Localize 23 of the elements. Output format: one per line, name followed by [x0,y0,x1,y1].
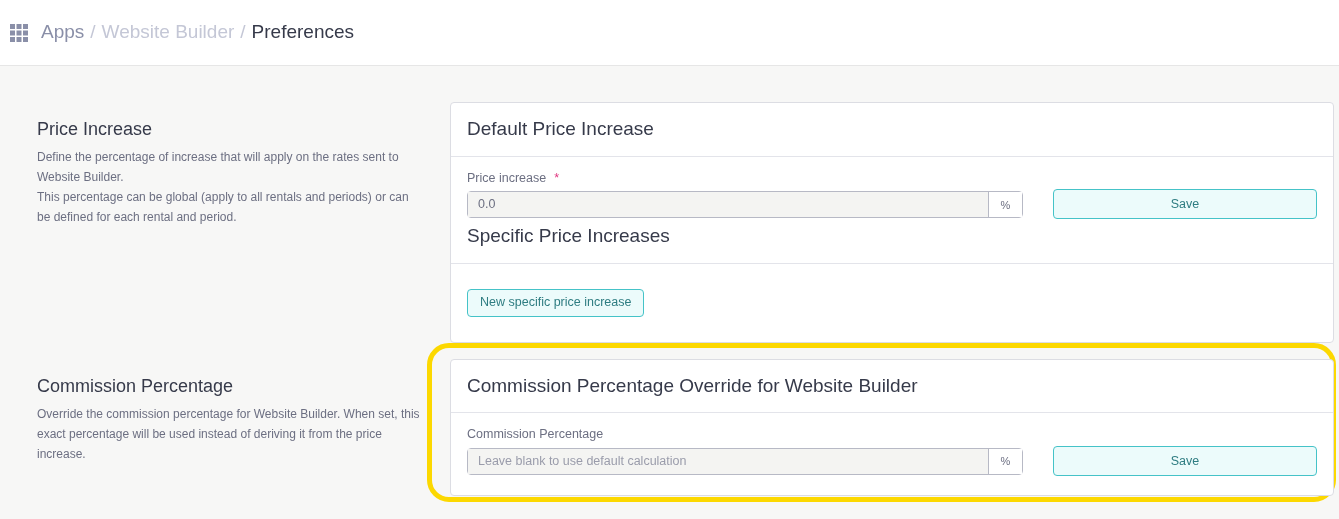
section-description: Define the percentage of increase that will apply on the rates sent to Website Builder. [37,149,400,186]
apps-grid-icon[interactable] [10,23,28,42]
breadcrumb-separator: / [240,20,246,45]
save-button[interactable]: Save [1053,446,1317,476]
percentage-field[interactable]: 0.0 % [467,191,1023,219]
section-description: This percentage can be global (apply to all rentals and periods) or can be defined for each rental and period. [37,189,410,226]
field-label: Price increase [467,169,547,187]
card-heading: Default Price Increase [467,117,655,141]
card-heading: Specific Price Increases [467,224,671,249]
save-button[interactable]: Save [1053,189,1317,220]
card-heading: Commission Percentage Override for Website Builder [467,373,919,398]
new-price-increase-button[interactable]: New specific price increase [467,288,645,317]
breadcrumb-link[interactable]: Apps [41,18,85,47]
required-asterisk: * [554,169,560,187]
section-description: Override the commission percentage for Website Builder. When set, this exact percentage will be used instead of deriving it from the price increase. [37,405,421,463]
percentage-field[interactable]: Leave blank to use default calculation % [467,448,1023,475]
section-title: Commission Percentage [37,374,235,398]
breadcrumb-current: Preferences [251,20,355,45]
breadcrumb-separator: / [90,20,96,45]
section-title: Price Increase [37,118,154,141]
percent-suffix: % [988,192,1022,218]
field-label: Commission Percentage [467,426,604,444]
percent-suffix: % [988,449,1022,474]
